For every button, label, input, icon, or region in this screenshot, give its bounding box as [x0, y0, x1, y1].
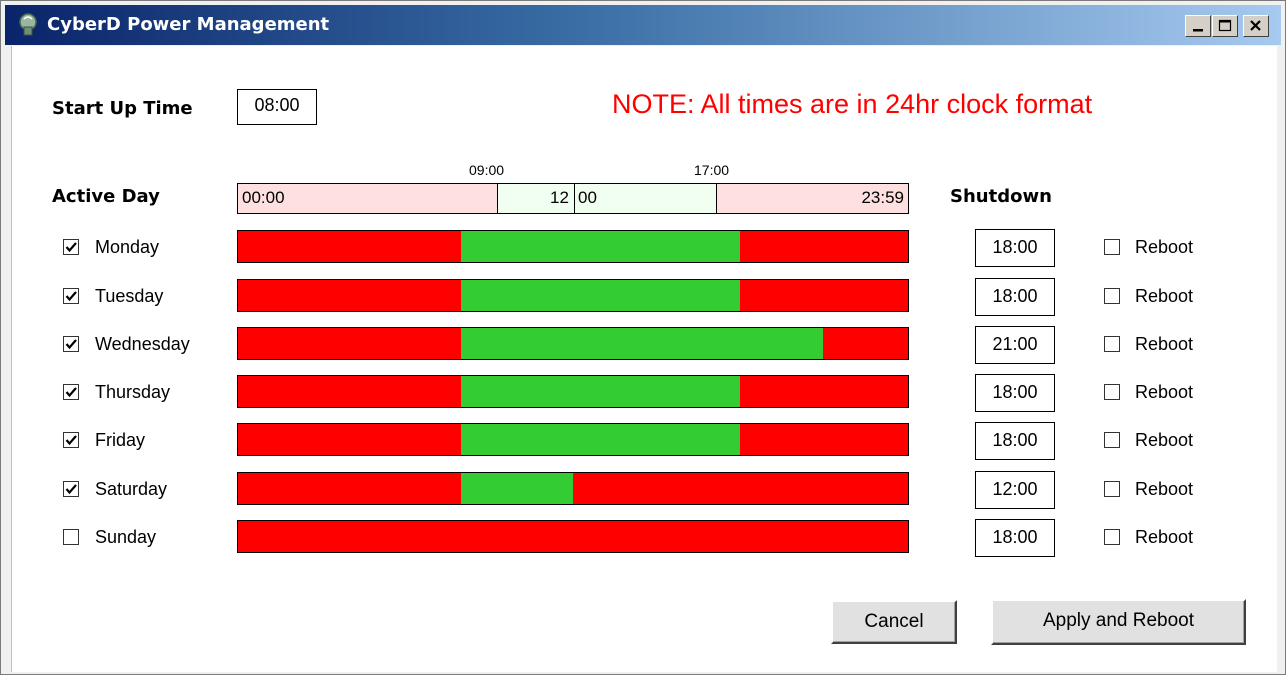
timeline-noon-marker: [574, 184, 575, 213]
shutdown-time-input[interactable]: 18:00: [975, 422, 1055, 460]
day-schedule-bar[interactable]: [237, 472, 909, 505]
day-label: Saturday: [95, 479, 168, 499]
cancel-button[interactable]: Cancel: [831, 600, 957, 644]
shutdown-time-input[interactable]: 21:00: [975, 326, 1055, 364]
startup-label: Start Up Time: [52, 98, 193, 119]
checkmark-icon: [65, 435, 77, 446]
day-schedule-bar[interactable]: [237, 230, 909, 263]
window-title: CyberD Power Management: [47, 14, 330, 35]
timeline-work-window: [497, 184, 717, 213]
reboot-label: Reboot: [1135, 237, 1194, 257]
day-label: Wednesday: [95, 334, 190, 354]
timeline-window-end-label: 17:00: [694, 162, 730, 178]
startup-time-input[interactable]: 08:00: [237, 89, 317, 125]
checkmark-icon: [65, 291, 77, 302]
day-schedule-bar[interactable]: [237, 423, 909, 456]
timeline-window-start-label: 09:00: [469, 162, 505, 178]
maximize-icon: [1218, 19, 1232, 32]
title-bar[interactable]: CyberD Power Management: [5, 5, 1281, 45]
app-icon: [19, 13, 37, 36]
reboot-checkbox[interactable]: [1104, 481, 1120, 497]
close-icon: [1250, 20, 1261, 31]
day-label: Monday: [95, 237, 160, 257]
reboot-checkbox[interactable]: [1104, 432, 1120, 448]
reboot-label: Reboot: [1135, 382, 1194, 402]
powered-on-segment: [461, 280, 740, 311]
day-checkbox-wednesday[interactable]: [63, 336, 79, 352]
reboot-checkbox[interactable]: [1104, 529, 1120, 545]
day-label: Tuesday: [95, 286, 164, 306]
reboot-label: Reboot: [1135, 334, 1194, 354]
day-checkbox-monday[interactable]: [63, 239, 79, 255]
reboot-checkbox[interactable]: [1104, 384, 1120, 400]
reboot-label: Reboot: [1135, 479, 1194, 499]
day-checkbox-sunday[interactable]: [63, 529, 79, 545]
reboot-checkbox[interactable]: [1104, 336, 1120, 352]
apply-and-reboot-button[interactable]: Apply and Reboot: [991, 599, 1246, 645]
minimize-icon: [1193, 29, 1203, 32]
day-schedule-bar[interactable]: [237, 520, 909, 553]
powered-on-segment: [461, 473, 573, 504]
checkmark-icon: [65, 387, 77, 398]
power-management-window: CyberD Power Management Start Up Time 08…: [0, 0, 1286, 675]
shutdown-label: Shutdown: [950, 186, 1052, 207]
powered-on-segment: [461, 231, 740, 262]
checkmark-icon: [65, 242, 77, 253]
timeline-header: 00:00 12 00 23:59: [237, 183, 909, 214]
shutdown-time-input[interactable]: 18:00: [975, 229, 1055, 267]
shutdown-time-input[interactable]: 12:00: [975, 471, 1055, 509]
checkmark-icon: [65, 484, 77, 495]
shutdown-time-input[interactable]: 18:00: [975, 278, 1055, 316]
powered-on-segment: [461, 424, 740, 455]
day-schedule-bar[interactable]: [237, 279, 909, 312]
shutdown-time-input[interactable]: 18:00: [975, 519, 1055, 557]
active-day-label: Active Day: [52, 186, 160, 207]
powered-on-segment: [461, 328, 824, 359]
day-checkbox-saturday[interactable]: [63, 481, 79, 497]
maximize-button[interactable]: [1212, 15, 1238, 37]
day-label: Sunday: [95, 527, 157, 547]
timeline-end-label: 23:59: [861, 188, 904, 207]
day-label: Friday: [95, 430, 146, 450]
day-label: Thursday: [95, 382, 171, 402]
checkmark-icon: [65, 339, 77, 350]
reboot-label: Reboot: [1135, 286, 1194, 306]
close-button[interactable]: [1243, 15, 1269, 37]
day-schedule-bar[interactable]: [237, 375, 909, 408]
shutdown-time-input[interactable]: 18:00: [975, 374, 1055, 412]
day-schedule-bar[interactable]: [237, 327, 909, 360]
reboot-checkbox[interactable]: [1104, 239, 1120, 255]
time-format-note: NOTE: All times are in 24hr clock format: [612, 89, 1093, 119]
reboot-label: Reboot: [1135, 527, 1194, 547]
timeline-noon-hour-label: 12: [550, 188, 569, 207]
powered-on-segment: [461, 376, 740, 407]
minimize-button[interactable]: [1185, 15, 1211, 37]
day-checkbox-tuesday[interactable]: [63, 288, 79, 304]
day-checkbox-friday[interactable]: [63, 432, 79, 448]
day-checkbox-thursday[interactable]: [63, 384, 79, 400]
timeline-noon-minutes-label: 00: [578, 188, 597, 207]
timeline-start-label: 00:00: [242, 188, 285, 207]
reboot-checkbox[interactable]: [1104, 288, 1120, 304]
reboot-label: Reboot: [1135, 430, 1194, 450]
